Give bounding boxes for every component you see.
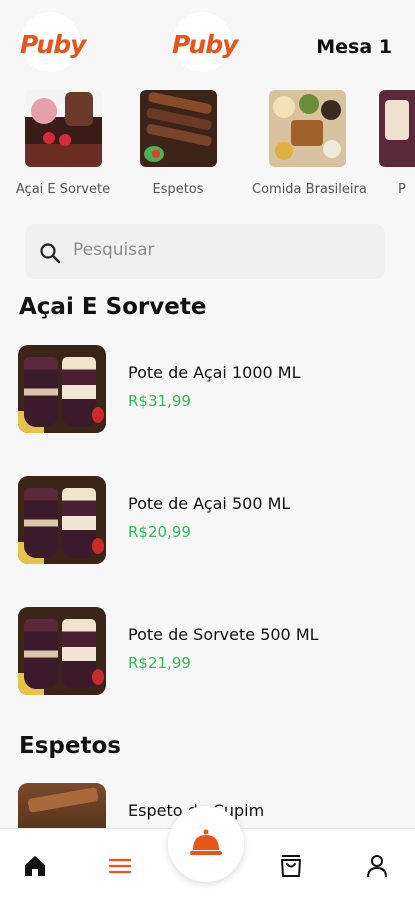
user-icon[interactable] [364,853,390,879]
call-waiter-button[interactable] [168,806,244,882]
category-label: Comida Brasileira [252,182,367,197]
header: Puby Puby Mesa 1 [0,0,415,84]
home-icon[interactable] [22,853,48,879]
category-image [268,90,346,167]
brand-logo: Puby [20,30,86,59]
category-image [378,90,415,167]
product-image [18,476,106,564]
brand-logo-center: Puby [172,30,238,59]
product-item[interactable]: Pote de Sorvete 500 ML R$21,99 [18,607,398,697]
product-name: Pote de Sorvete 500 ML [128,625,319,644]
section-title: Espetos [19,733,121,759]
bell-icon [190,829,222,855]
category-image [24,90,102,167]
category-comida-brasileira[interactable]: Comida Brasileira [252,90,367,197]
bag-icon[interactable] [278,853,304,879]
search-icon [40,243,61,264]
product-image [18,345,106,433]
search-bar[interactable] [25,224,385,279]
category-label: Espetos [152,182,204,197]
category-label: P [398,182,406,197]
product-item[interactable]: Pote de Açai 500 ML R$20,99 [18,476,398,566]
category-label: Açai E Sorvete [15,182,111,197]
table-label: Mesa 1 [316,36,392,58]
category-image [139,90,217,167]
search-input[interactable] [73,240,363,260]
category-acai[interactable]: Açai E Sorvete [8,90,118,197]
product-price: R$31,99 [128,392,191,410]
product-item[interactable]: Pote de Açai 1000 ML R$31,99 [18,345,398,435]
product-price: R$21,99 [128,654,191,672]
category-next[interactable]: P [362,90,415,197]
product-name: Pote de Açai 1000 ML [128,363,301,382]
product-image [18,607,106,695]
section-title: Açai E Sorvete [19,294,207,320]
product-name: Pote de Açai 500 ML [128,494,291,513]
menu-icon[interactable] [107,853,133,879]
product-price: R$20,99 [128,523,191,541]
category-espetos[interactable]: Espetos [123,90,233,197]
category-carousel[interactable]: Açai E Sorvete Espetos Comida Brasileira… [0,90,415,205]
